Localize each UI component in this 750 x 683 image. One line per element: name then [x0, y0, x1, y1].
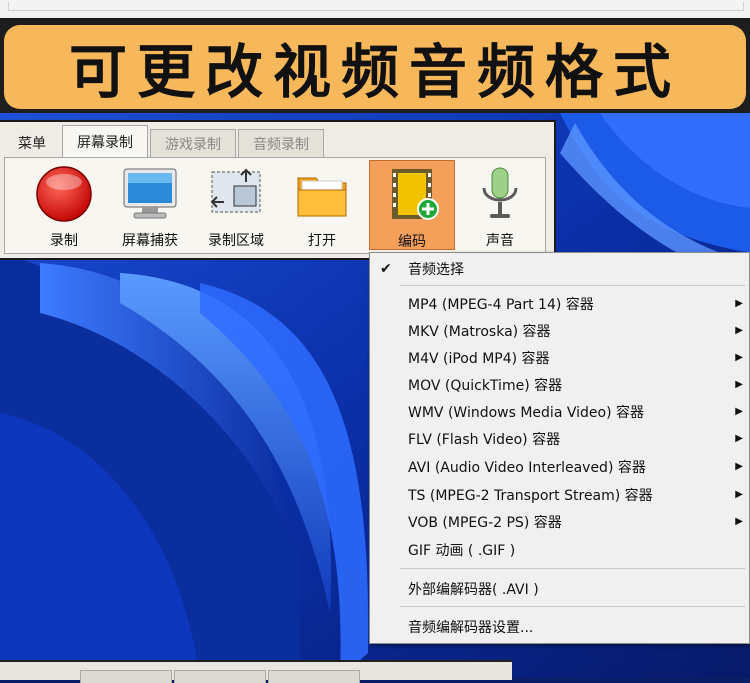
encode-dropdown-menu: ✔ 音频选择 MP4 (MPEG-4 Part 14) 容器 ▶ MKV (Ma…	[369, 252, 750, 644]
sound-label: 声音	[486, 233, 514, 249]
screen-capture-label: 屏幕捕获	[122, 233, 178, 249]
submenu-arrow-icon: ▶	[735, 489, 743, 500]
record-region-button[interactable]: 录制区域	[193, 160, 279, 250]
record-icon	[34, 164, 94, 224]
menu-item-label: WMV (Windows Media Video) 容器	[408, 404, 644, 421]
encode-icon	[382, 165, 442, 225]
menu-item-label: TS (MPEG-2 Transport Stream) 容器	[408, 487, 653, 504]
encode-button[interactable]: 编码	[369, 160, 455, 250]
next-window-edge	[0, 660, 512, 683]
region-icon	[206, 164, 266, 224]
record-label: 录制	[50, 233, 78, 249]
menu-item-label: MKV (Matroska) 容器	[408, 323, 551, 340]
menu-separator	[400, 285, 745, 286]
menu-item-label: AVI (Audio Video Interleaved) 容器	[408, 459, 646, 476]
banner: 可更改视频音频格式	[0, 21, 750, 113]
microphone-icon	[470, 164, 530, 224]
submenu-arrow-icon: ▶	[735, 325, 743, 336]
menu-item-label: MP4 (MPEG-4 Part 14) 容器	[408, 296, 594, 313]
menu-item-gif[interactable]: GIF 动画 ( .GIF )	[370, 536, 750, 563]
tab-strip: 菜单 屏幕录制 游戏录制 音频录制	[4, 125, 326, 157]
banner-pill: 可更改视频音频格式	[4, 25, 746, 109]
banner-title: 可更改视频音频格式	[68, 38, 681, 106]
menu-item-label: M4V (iPod MP4) 容器	[408, 350, 550, 367]
open-button[interactable]: 打开	[279, 160, 365, 250]
submenu-arrow-icon: ▶	[735, 433, 743, 444]
open-label: 打开	[308, 233, 336, 249]
submenu-arrow-icon: ▶	[735, 379, 743, 390]
menu-item-label: 音频选择	[408, 261, 464, 278]
record-region-label: 录制区域	[208, 233, 264, 249]
tab-screen-record[interactable]: 屏幕录制	[62, 125, 148, 157]
monitor-icon	[120, 164, 180, 224]
menu-item-m4v[interactable]: M4V (iPod MP4) 容器 ▶	[370, 344, 750, 371]
menu-item-wmv[interactable]: WMV (Windows Media Video) 容器 ▶	[370, 398, 750, 425]
sound-button[interactable]: 声音	[457, 160, 543, 250]
menu-item-vob[interactable]: VOB (MPEG-2 PS) 容器 ▶	[370, 508, 750, 535]
menu-item-mkv[interactable]: MKV (Matroska) 容器 ▶	[370, 317, 750, 344]
menu-item-label: MOV (QuickTime) 容器	[408, 377, 563, 394]
menu-item-external-codec[interactable]: 外部编解码器( .AVI )	[370, 575, 750, 602]
menu-item-audio-select[interactable]: ✔ 音频选择	[370, 255, 750, 282]
checkmark-icon: ✔	[380, 260, 392, 277]
recorder-window: 菜单 屏幕录制 游戏录制 音频录制 录制 屏幕捕获 录制区域 打开 编码 声音	[0, 120, 556, 260]
menu-item-label: 外部编解码器( .AVI )	[408, 581, 539, 598]
toolbar-ribbon: 录制 屏幕捕获 录制区域 打开 编码 声音	[4, 157, 546, 254]
submenu-arrow-icon: ▶	[735, 352, 743, 363]
menu-item-flv[interactable]: FLV (Flash Video) 容器 ▶	[370, 425, 750, 452]
menu-item-ts[interactable]: TS (MPEG-2 Transport Stream) 容器 ▶	[370, 481, 750, 508]
submenu-arrow-icon: ▶	[735, 298, 743, 309]
menu-separator	[400, 606, 745, 607]
tab-audio-record[interactable]: 音频录制	[238, 129, 324, 157]
submenu-arrow-icon: ▶	[735, 461, 743, 472]
menu-item-label: GIF 动画 ( .GIF )	[408, 542, 516, 559]
menu-item-label: 音频编解码器设置...	[408, 619, 534, 636]
menu-separator	[400, 568, 745, 569]
encode-label: 编码	[398, 234, 426, 250]
tab-game-record[interactable]: 游戏录制	[150, 129, 236, 157]
screen-capture-button[interactable]: 屏幕捕获	[107, 160, 193, 250]
menu-item-audio-codec-settings[interactable]: 音频编解码器设置...	[370, 613, 750, 640]
submenu-arrow-icon: ▶	[735, 516, 743, 527]
previous-window-edge	[0, 0, 750, 21]
menu-item-label: VOB (MPEG-2 PS) 容器	[408, 514, 562, 531]
menu-item-mov[interactable]: MOV (QuickTime) 容器 ▶	[370, 371, 750, 398]
record-button[interactable]: 录制	[21, 160, 107, 250]
menu-item-mp4[interactable]: MP4 (MPEG-4 Part 14) 容器 ▶	[370, 290, 750, 317]
menu-item-label: FLV (Flash Video) 容器	[408, 431, 561, 448]
tab-menu[interactable]: 菜单	[4, 129, 60, 157]
menu-item-avi[interactable]: AVI (Audio Video Interleaved) 容器 ▶	[370, 453, 750, 480]
submenu-arrow-icon: ▶	[735, 406, 743, 417]
folder-icon	[292, 164, 352, 224]
